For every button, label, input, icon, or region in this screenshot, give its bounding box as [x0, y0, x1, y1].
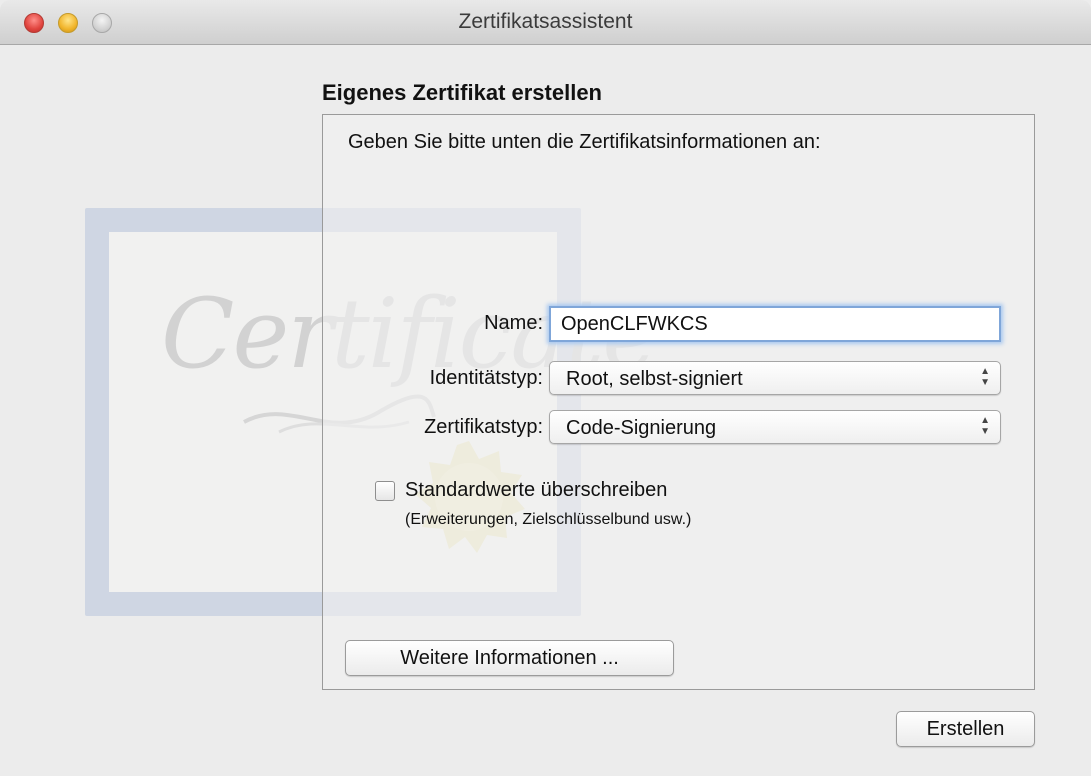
- certificate-type-label: Zertifikatstyp:: [424, 416, 543, 438]
- certificate-type-value: Code-Signierung: [566, 417, 717, 439]
- identity-type-popup[interactable]: Root, selbst-signiert ▲ ▼: [549, 361, 1001, 395]
- updown-arrows-icon: ▲ ▼: [980, 415, 990, 437]
- certificate-assistant-window: Zertifikatsassistent Certificate Eigenes…: [0, 0, 1091, 776]
- override-defaults-checkbox[interactable]: [375, 481, 395, 501]
- instruction-text: Geben Sie bitte unten die Zertifikatsinf…: [348, 131, 821, 153]
- name-field[interactable]: [549, 306, 1001, 342]
- override-defaults-hint: (Erweiterungen, Zielschlüsselbund usw.): [405, 511, 692, 528]
- section-heading: Eigenes Zertifikat erstellen: [322, 80, 602, 105]
- identity-type-label: Identitätstyp:: [429, 367, 543, 389]
- override-defaults-label[interactable]: Standardwerte überschreiben: [405, 479, 667, 502]
- identity-type-value: Root, selbst-signiert: [566, 368, 743, 390]
- title-bar[interactable]: Zertifikatsassistent: [0, 0, 1091, 45]
- updown-arrows-icon: ▲ ▼: [980, 366, 990, 388]
- window-title: Zertifikatsassistent: [458, 10, 633, 33]
- certificate-type-popup[interactable]: Code-Signierung ▲ ▼: [549, 410, 1001, 444]
- more-info-button[interactable]: Weitere Informationen ...: [345, 640, 674, 676]
- certificate-form-panel: Geben Sie bitte unten die Zertifikatsinf…: [322, 114, 1035, 690]
- name-label: Name:: [484, 312, 543, 334]
- create-button[interactable]: Erstellen: [896, 711, 1035, 747]
